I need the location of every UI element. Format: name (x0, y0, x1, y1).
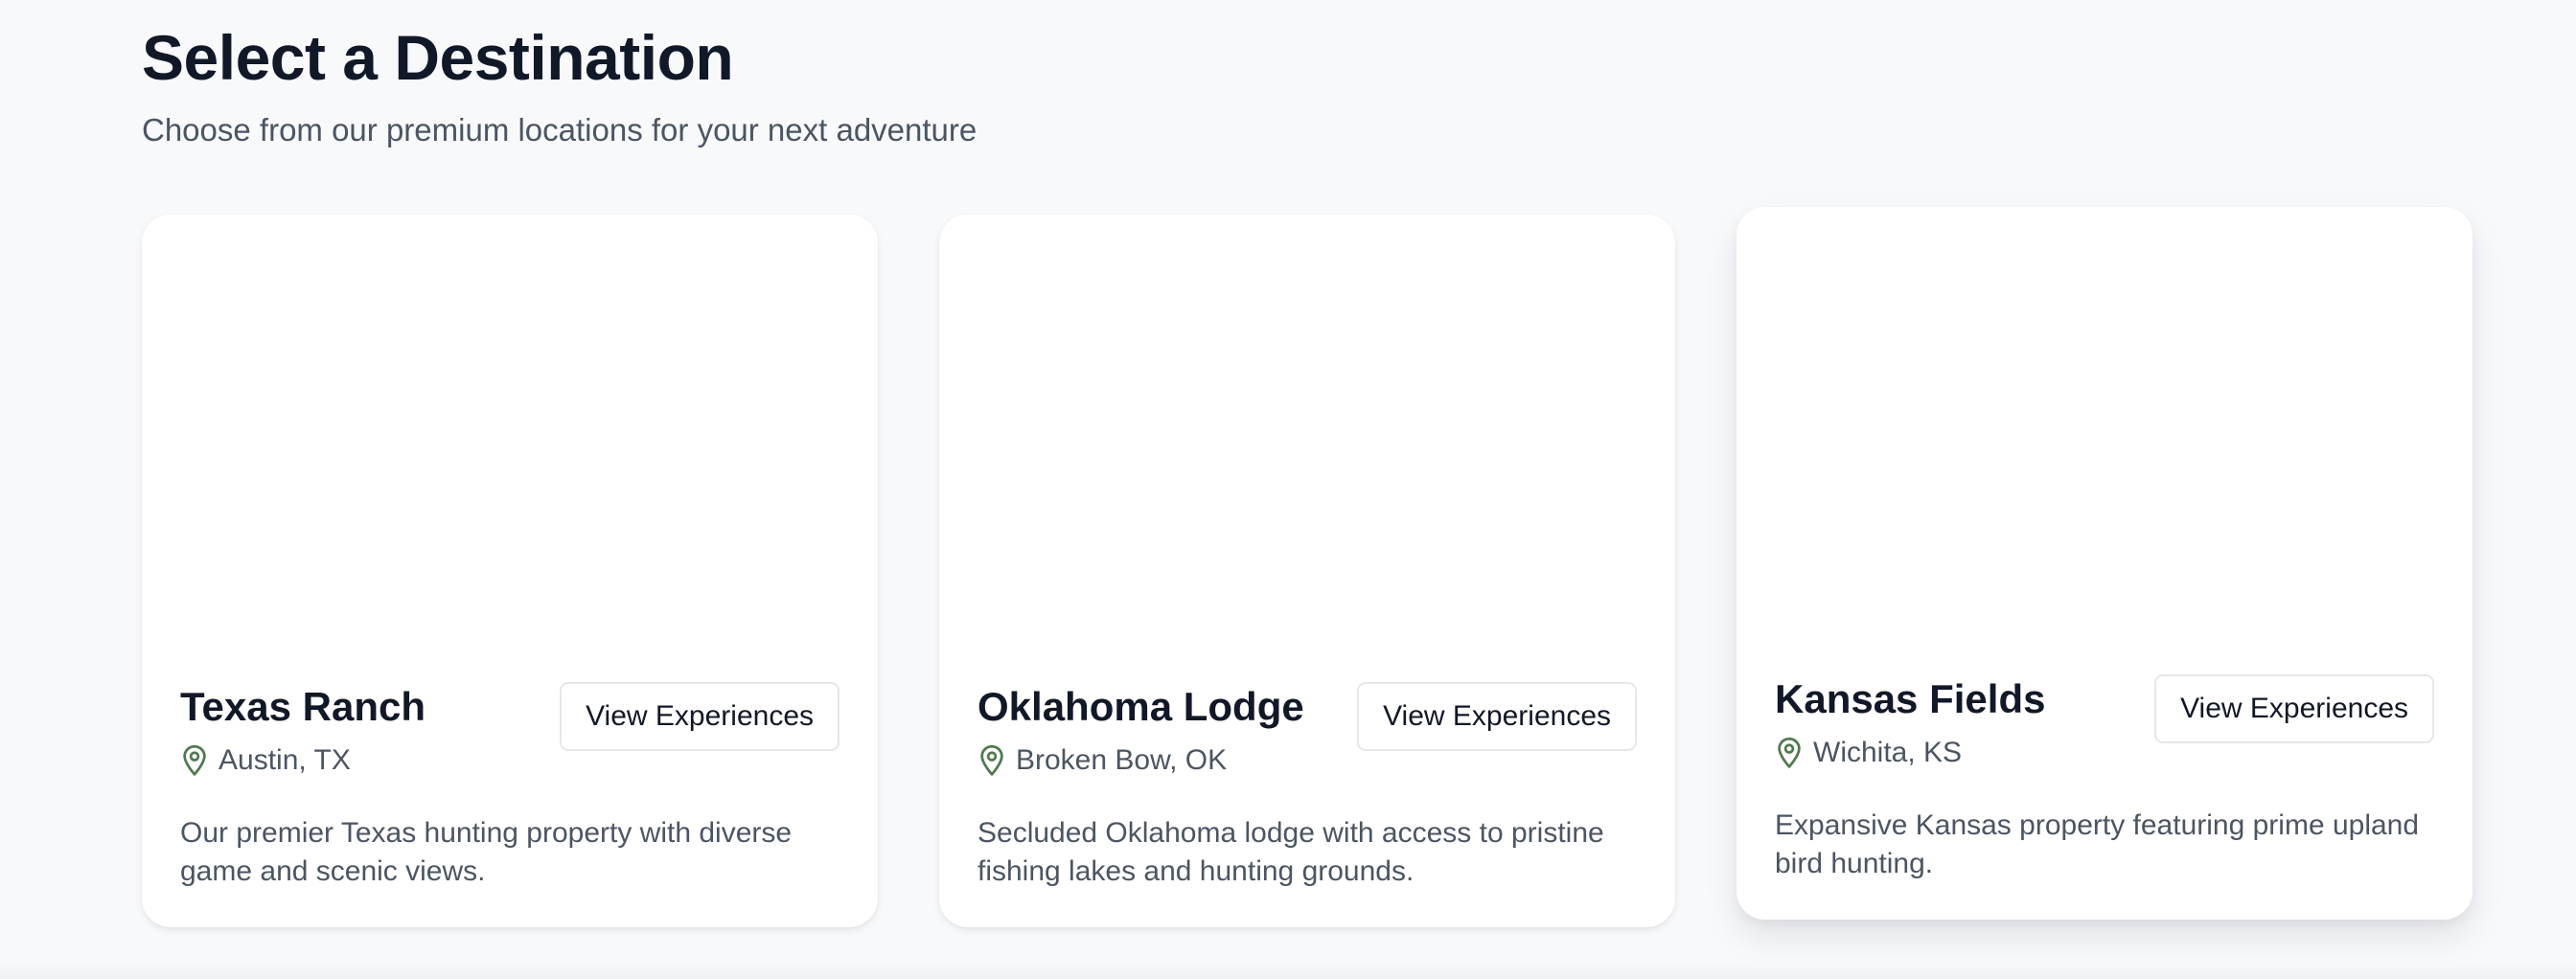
destination-image (939, 215, 1675, 665)
map-pin-icon (1778, 737, 1801, 768)
page-title: Select a Destination (142, 22, 734, 93)
map-pin-icon (980, 744, 1003, 776)
destination-name: Texas Ranch (180, 684, 426, 729)
destination-location-text: Wichita, KS (1813, 737, 1963, 768)
map-pin-icon (183, 744, 206, 776)
page-subtitle: Choose from our premium locations for yo… (142, 112, 978, 148)
destination-description: Secluded Oklahoma lodge with access to p… (978, 817, 1604, 887)
destination-card-kansas-fields: Kansas Fields Wichita, KS View Experienc… (1736, 207, 2472, 920)
destination-name: Oklahoma Lodge (978, 684, 1304, 729)
bottom-edge-shade (0, 962, 2576, 979)
view-experiences-button[interactable]: View Experiences (2154, 674, 2434, 743)
destination-location: Austin, TX (180, 741, 351, 780)
destination-image (142, 215, 878, 665)
destination-location: Broken Bow, OK (978, 741, 1227, 780)
destination-description: Expansive Kansas property featuring prim… (1775, 809, 2420, 879)
destination-card-oklahoma-lodge: Oklahoma Lodge Broken Bow, OK View Exper… (939, 215, 1675, 927)
destination-location-text: Broken Bow, OK (1016, 744, 1228, 776)
destination-image (1736, 207, 2472, 657)
destination-location-text: Austin, TX (218, 744, 351, 776)
view-experiences-button[interactable]: View Experiences (560, 682, 840, 751)
view-experiences-button[interactable]: View Experiences (1357, 682, 1637, 751)
destination-description: Our premier Texas hunting property with … (180, 817, 793, 887)
destination-name: Kansas Fields (1775, 676, 2046, 721)
destination-location: Wichita, KS (1775, 734, 1962, 772)
destination-card-texas-ranch: Texas Ranch Austin, TX View Experiences … (142, 215, 878, 927)
